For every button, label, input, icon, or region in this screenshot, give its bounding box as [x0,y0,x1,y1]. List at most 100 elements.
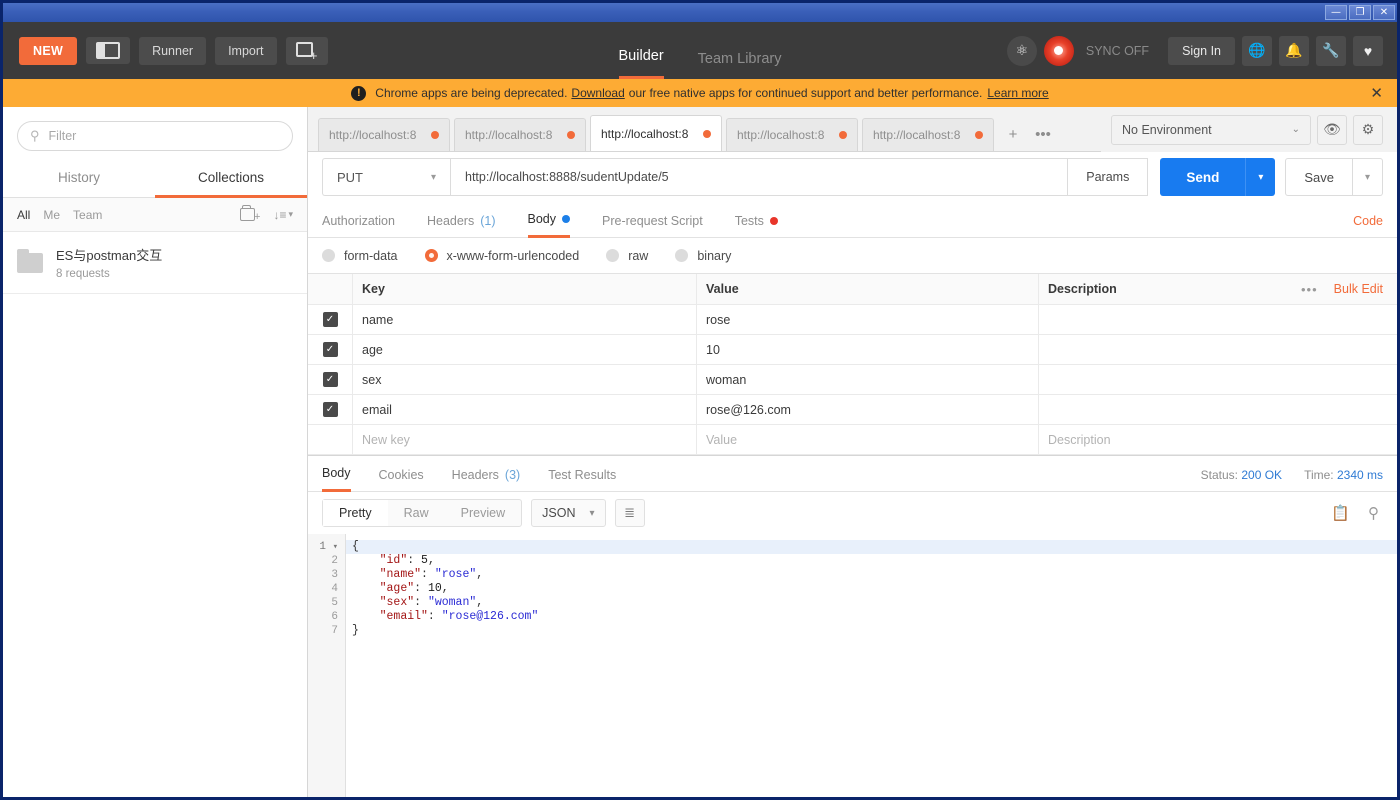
copy-icon[interactable]: 📋 [1331,504,1350,522]
tab-builder[interactable]: Builder [618,48,664,79]
banner-learn-more-link[interactable]: Learn more [987,86,1048,100]
params-button[interactable]: Params [1068,158,1149,196]
environment-value: No Environment [1122,122,1212,137]
request-tab[interactable]: http://localhost:8 [454,118,586,151]
environment-select[interactable]: No Environment ⌄ [1111,114,1311,145]
request-tab-active[interactable]: http://localhost:8 [590,115,722,151]
search-icon[interactable]: ⚲ [1368,504,1379,522]
new-button[interactable]: NEW [19,36,78,65]
method-value: PUT [337,169,363,185]
sync-status-icon[interactable] [1043,35,1074,66]
json-key: "email" [379,610,428,623]
row-checkbox-cell[interactable]: ✓ [308,402,352,417]
json-tail: , [441,582,449,595]
tab-headers[interactable]: Headers (1) [427,214,496,237]
sidebar-tab-history[interactable]: History [3,161,155,197]
minimize-button[interactable]: — [1325,5,1347,20]
scope-me[interactable]: Me [43,208,60,222]
row-key[interactable]: age [352,335,696,364]
scope-all[interactable]: All [17,208,30,222]
new-window-button[interactable]: + [285,36,328,65]
request-tab[interactable]: http://localhost:8 [318,118,450,151]
banner-close-icon[interactable]: ✕ [1370,84,1383,102]
new-folder-icon[interactable]: + [240,205,260,223]
sidebar-tab-collections[interactable]: Collections [155,161,307,198]
row-value[interactable]: rose@126.com [696,395,1038,424]
response-body-viewer[interactable]: 1 ▾ 2 3 4 5 6 7 { "id": 5, "name": "rose… [308,534,1397,797]
view-mode-preview[interactable]: Preview [445,500,521,526]
wrap-lines-icon[interactable]: ≣ [614,499,645,527]
table-options-icon[interactable]: ••• [1301,282,1318,297]
code-link[interactable]: Code [1353,214,1383,237]
row-key[interactable]: name [352,305,696,334]
more-tabs-button[interactable]: ••• [1028,118,1058,151]
sort-icon[interactable]: ↓≡ ▾ [273,207,293,222]
row-checkbox-cell[interactable]: ✓ [308,372,352,387]
table-new-row[interactable]: New key Value Description [308,425,1397,455]
heart-icon[interactable]: ♥ [1353,35,1383,66]
new-description-input[interactable]: Description [1038,425,1397,454]
new-value-input[interactable]: Value [696,425,1038,454]
row-description[interactable] [1038,305,1397,334]
row-value[interactable]: woman [696,365,1038,394]
close-button[interactable]: ✕ [1373,5,1395,20]
eye-icon[interactable]: 👁 [1317,114,1347,145]
radio-binary[interactable]: binary [675,249,731,263]
request-tab[interactable]: http://localhost:8 [862,118,994,151]
add-tab-button[interactable]: + [998,118,1028,151]
collection-item[interactable]: ES与postman交互 8 requests [3,232,307,294]
save-button[interactable]: Save [1285,158,1353,196]
row-checkbox-cell[interactable]: ✓ [308,342,352,357]
tab-tests[interactable]: Tests [735,214,778,237]
response-tab-body[interactable]: Body [322,466,351,492]
response-tab-cookies[interactable]: Cookies [379,468,424,491]
globe-icon[interactable]: 🌐 [1242,35,1272,66]
radio-raw[interactable]: raw [606,249,648,263]
new-key-input[interactable]: New key [352,425,696,454]
row-value[interactable]: rose [696,305,1038,334]
interceptor-icon[interactable]: ⚛ [1006,35,1037,66]
table-row[interactable]: ✓ name rose [308,305,1397,335]
save-options-button[interactable]: ▾ [1353,158,1383,196]
line-number: 5 [331,597,338,609]
tab-authorization[interactable]: Authorization [322,214,395,237]
send-options-button[interactable]: ▾ [1245,158,1276,196]
tab-pre-request-script[interactable]: Pre-request Script [602,214,703,237]
view-mode-pretty[interactable]: Pretty [323,500,388,526]
row-checkbox-cell[interactable]: ✓ [308,312,352,327]
response-tab-headers[interactable]: Headers (3) [452,468,521,491]
table-row[interactable]: ✓ email rose@126.com [308,395,1397,425]
restore-button[interactable]: ❐ [1349,5,1371,20]
search-input[interactable]: ⚲ Filter [17,121,293,151]
request-tab[interactable]: http://localhost:8 [726,118,858,151]
view-mode-raw[interactable]: Raw [388,500,445,526]
row-description[interactable] [1038,335,1397,364]
banner-download-link[interactable]: Download [571,86,624,100]
send-button[interactable]: Send [1160,158,1246,196]
method-select[interactable]: PUT ▾ [322,158,450,196]
format-select[interactable]: JSON ▾ [531,499,606,527]
bulk-edit-link[interactable]: Bulk Edit [1334,282,1383,296]
row-key[interactable]: sex [352,365,696,394]
row-description[interactable] [1038,395,1397,424]
wrench-icon[interactable]: 🔧 [1316,35,1346,66]
table-row[interactable]: ✓ age 10 [308,335,1397,365]
response-tab-test-results[interactable]: Test Results [548,468,622,491]
banner-text-before: Chrome apps are being deprecated. [375,86,568,100]
row-description[interactable] [1038,365,1397,394]
row-value[interactable]: 10 [696,335,1038,364]
gear-icon[interactable]: ⚙ [1353,114,1383,145]
tab-body[interactable]: Body [527,212,570,238]
panel-toggle-button[interactable] [86,37,131,64]
row-key[interactable]: email [352,395,696,424]
runner-button[interactable]: Runner [139,36,207,65]
import-button[interactable]: Import [215,36,277,65]
scope-team[interactable]: Team [73,208,102,222]
url-input[interactable]: http://localhost:8888/sudentUpdate/5 [450,158,1069,196]
sign-in-button[interactable]: Sign In [1168,36,1235,65]
bell-icon[interactable]: 🔔 [1279,35,1309,66]
table-row[interactable]: ✓ sex woman [308,365,1397,395]
tab-team-library[interactable]: Team Library [698,51,782,79]
radio-form-data[interactable]: form-data [322,249,398,263]
radio-urlencoded[interactable]: x-www-form-urlencoded [424,249,579,263]
